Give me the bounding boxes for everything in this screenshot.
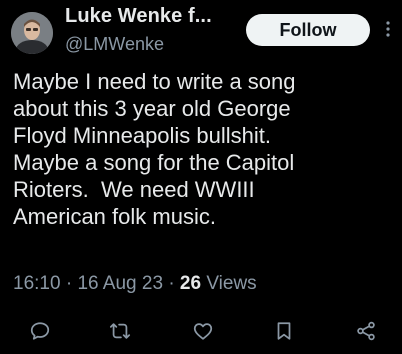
action-bar: [0, 318, 402, 344]
meta-separator: ·: [168, 273, 180, 294]
author-name[interactable]: Luke Wenke f...: [65, 5, 212, 28]
tweet-text-line: Maybe a song for the Capitol: [13, 150, 295, 175]
like-button[interactable]: [190, 318, 216, 344]
share-icon: [357, 321, 375, 341]
follow-button[interactable]: Follow: [246, 14, 370, 46]
tweet-time[interactable]: 16:10: [13, 273, 61, 294]
avatar[interactable]: [11, 12, 53, 54]
bookmark-button[interactable]: [271, 318, 297, 344]
like-icon: [193, 323, 213, 340]
views-count: 26: [179, 273, 202, 294]
meta-separator: ·: [65, 273, 78, 294]
bookmark-icon: [277, 322, 291, 340]
share-button[interactable]: [353, 318, 379, 344]
reply-icon: [30, 322, 50, 340]
tweet-text: Maybe I need to write a song about this …: [13, 68, 393, 230]
tweet-text-line: Maybe I need to write a song: [13, 69, 296, 94]
tweet-date[interactable]: 16 Aug 23: [77, 273, 163, 294]
avatar-image: [11, 12, 53, 54]
tweet-text-line: Floyd Minneapolis bullshit.: [13, 123, 272, 148]
more-options-icon[interactable]: [382, 18, 394, 40]
tweet-meta: 16:10 · 16 Aug 23 · 26 Views: [13, 273, 257, 295]
author-handle[interactable]: @LMWenke: [65, 34, 164, 55]
retweet-icon: [109, 323, 131, 339]
reply-button[interactable]: [27, 318, 53, 344]
tweet-card: Luke Wenke f... @LMWenke Follow Maybe I …: [0, 0, 402, 354]
tweet-text-line: Rioters. We need WWIII: [13, 177, 255, 202]
views-label: Views: [206, 273, 257, 294]
retweet-button[interactable]: [107, 318, 133, 344]
tweet-text-line: American folk music.: [13, 204, 216, 229]
tweet-text-line: about this 3 year old George: [13, 96, 291, 121]
